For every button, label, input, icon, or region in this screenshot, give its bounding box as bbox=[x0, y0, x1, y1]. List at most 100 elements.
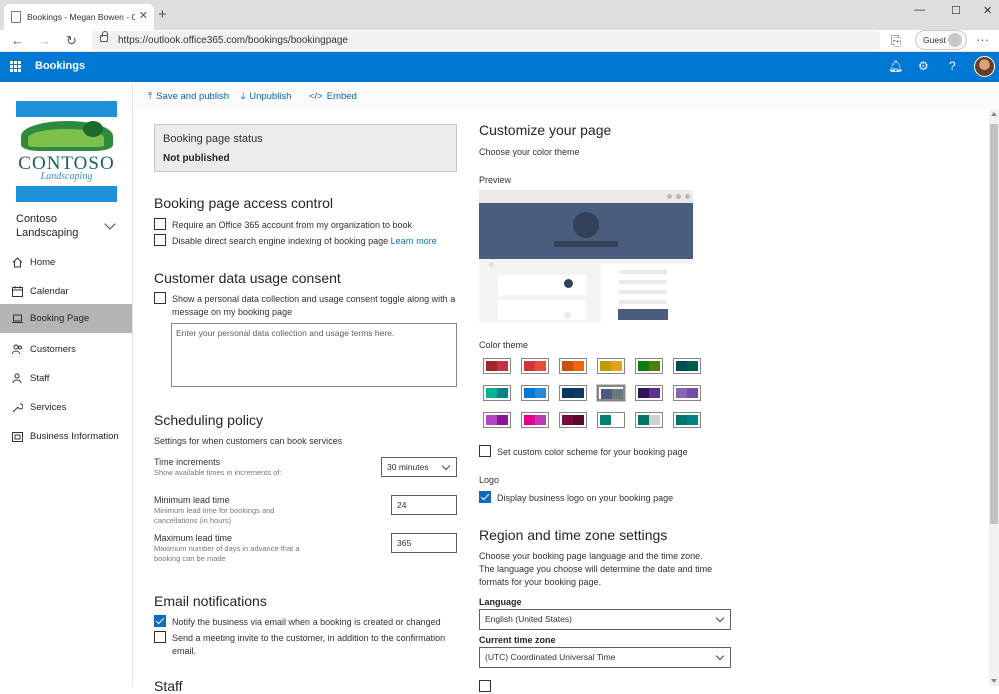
learn-more-link[interactable]: Learn more bbox=[391, 236, 437, 246]
color-theme-label: Color theme bbox=[479, 340, 529, 350]
sidebar-item-customers[interactable]: Customers bbox=[0, 335, 132, 364]
notify-business-checkbox[interactable] bbox=[154, 615, 166, 627]
embed-label: Embed bbox=[326, 91, 357, 102]
unpublish-button[interactable]: ⤓ Unpublish bbox=[241, 91, 291, 102]
custom-scheme-checkbox[interactable] bbox=[479, 445, 491, 457]
require-account-label: Require an Office 365 account from my or… bbox=[172, 220, 412, 230]
consent-heading: Customer data usage consent bbox=[154, 270, 341, 286]
scroll-up-icon[interactable] bbox=[991, 112, 997, 116]
address-bar: ← → ↻ https://outlook.office365.com/book… bbox=[0, 30, 999, 52]
window-close-icon[interactable]: ✕ bbox=[983, 4, 992, 17]
color-swatch[interactable] bbox=[596, 384, 626, 402]
color-swatch[interactable] bbox=[521, 385, 549, 401]
language-value: English (United States) bbox=[485, 614, 572, 624]
region-heading: Region and time zone settings bbox=[479, 527, 668, 543]
read-aloud-icon[interactable]: ⎘ bbox=[891, 33, 901, 49]
color-swatch[interactable] bbox=[597, 358, 625, 374]
user-avatar[interactable] bbox=[974, 56, 995, 77]
sidebar: CONTOSO Landscaping Contoso Landscaping … bbox=[0, 82, 133, 686]
sidebar-item-staff[interactable]: Staff bbox=[0, 364, 132, 393]
color-swatch[interactable] bbox=[483, 358, 511, 374]
url-input[interactable]: https://outlook.office365.com/bookings/b… bbox=[92, 31, 880, 50]
consent-terms-textarea[interactable]: Enter your personal data collection and … bbox=[171, 323, 457, 387]
display-logo-checkbox[interactable] bbox=[479, 491, 491, 503]
time-increments-dropdown[interactable]: 30 minutes bbox=[381, 457, 457, 477]
building-icon bbox=[12, 432, 23, 442]
color-swatch[interactable] bbox=[673, 412, 701, 428]
app-name[interactable]: Bookings bbox=[35, 60, 85, 72]
chevron-down-icon bbox=[441, 461, 451, 471]
maximize-icon[interactable]: ☐ bbox=[951, 4, 961, 17]
page-icon bbox=[11, 11, 21, 23]
color-swatch[interactable] bbox=[635, 385, 663, 401]
home-icon bbox=[12, 257, 23, 268]
max-lead-input[interactable]: 365 bbox=[391, 533, 457, 553]
color-swatch[interactable] bbox=[559, 358, 587, 374]
color-swatch[interactable] bbox=[559, 385, 587, 401]
back-icon[interactable]: ← bbox=[11, 33, 24, 48]
chevron-down-icon[interactable] bbox=[104, 218, 116, 230]
status-label: Booking page status bbox=[163, 133, 263, 145]
business-name[interactable]: Contoso Landscaping bbox=[16, 212, 96, 240]
color-swatch[interactable] bbox=[521, 358, 549, 374]
color-swatch[interactable] bbox=[597, 412, 625, 428]
app-launcher-icon[interactable] bbox=[10, 61, 21, 72]
forward-icon[interactable]: → bbox=[38, 33, 51, 48]
max-lead-label: Maximum lead time bbox=[154, 533, 233, 543]
app-header: Bookings 🔔︎ ⚙ ? bbox=[0, 52, 999, 82]
help-icon[interactable]: ? bbox=[949, 59, 956, 73]
color-swatch[interactable] bbox=[521, 412, 549, 428]
timezone-label: Current time zone bbox=[479, 635, 556, 645]
scrollbar-thumb[interactable] bbox=[990, 124, 998, 524]
disable-indexing-checkbox[interactable] bbox=[154, 234, 166, 246]
sidebar-item-calendar[interactable]: Calendar bbox=[0, 277, 132, 306]
sidebar-item-business-information[interactable]: Business Information bbox=[0, 422, 132, 451]
min-lead-input[interactable]: 24 bbox=[391, 495, 457, 515]
guest-avatar-icon bbox=[948, 33, 962, 47]
language-label: Language bbox=[479, 597, 522, 607]
gear-icon[interactable]: ⚙ bbox=[918, 59, 929, 73]
sidebar-item-label: Booking Page bbox=[30, 313, 90, 324]
bell-icon[interactable]: 🔔︎ bbox=[888, 59, 903, 73]
guest-profile-button[interactable]: Guest bbox=[915, 30, 967, 50]
color-swatch[interactable] bbox=[635, 358, 663, 374]
embed-button[interactable]: </> Embed bbox=[309, 91, 357, 102]
consent-toggle-label: Show a personal data collection and usag… bbox=[172, 294, 456, 317]
minimize-icon[interactable]: — bbox=[914, 4, 925, 16]
meeting-invite-checkbox[interactable] bbox=[154, 631, 166, 643]
scroll-down-icon[interactable] bbox=[991, 679, 997, 683]
color-swatch[interactable] bbox=[673, 358, 701, 374]
command-bar: ⤒ Save and publish ⤓ Unpublish </> Embed bbox=[134, 82, 999, 110]
refresh-icon[interactable]: ↻ bbox=[66, 33, 77, 49]
sidebar-item-label: Staff bbox=[30, 373, 50, 384]
access-control-heading: Booking page access control bbox=[154, 195, 333, 211]
language-dropdown[interactable]: English (United States) bbox=[479, 609, 731, 630]
color-swatch[interactable] bbox=[483, 412, 511, 428]
scheduling-heading: Scheduling policy bbox=[154, 412, 263, 428]
require-account-checkbox[interactable] bbox=[154, 218, 166, 230]
close-tab-icon[interactable]: ✕ bbox=[139, 9, 148, 22]
color-swatch[interactable] bbox=[559, 412, 587, 428]
custom-scheme-label: Set custom color scheme for your booking… bbox=[497, 447, 688, 457]
chevron-down-icon bbox=[715, 651, 725, 661]
color-swatch[interactable] bbox=[483, 385, 511, 401]
url-text: https://outlook.office365.com/bookings/b… bbox=[118, 35, 348, 46]
theme-preview bbox=[479, 190, 693, 322]
browser-tab[interactable]: Bookings - Megan Bowen - Outlook ✕ bbox=[4, 4, 154, 30]
color-swatch[interactable] bbox=[635, 412, 663, 428]
sidebar-item-home[interactable]: Home bbox=[0, 248, 132, 277]
color-swatch[interactable] bbox=[673, 385, 701, 401]
consent-toggle-checkbox[interactable] bbox=[154, 292, 166, 304]
staff-heading: Staff bbox=[154, 678, 183, 694]
sidebar-item-services[interactable]: Services bbox=[0, 393, 132, 422]
more-icon[interactable]: ··· bbox=[976, 32, 989, 47]
region-option-checkbox[interactable] bbox=[479, 680, 491, 692]
sidebar-item-booking-page[interactable]: Booking Page bbox=[0, 304, 132, 333]
time-increments-label: Time increments bbox=[154, 457, 221, 467]
new-tab-icon[interactable]: + bbox=[158, 6, 167, 23]
preview-label: Preview bbox=[479, 175, 512, 185]
unpublish-label: Unpublish bbox=[249, 91, 292, 102]
email-heading: Email notifications bbox=[154, 593, 267, 609]
timezone-dropdown[interactable]: (UTC) Coordinated Universal Time bbox=[479, 647, 731, 668]
save-and-publish-button[interactable]: ⤒ Save and publish bbox=[148, 91, 229, 102]
